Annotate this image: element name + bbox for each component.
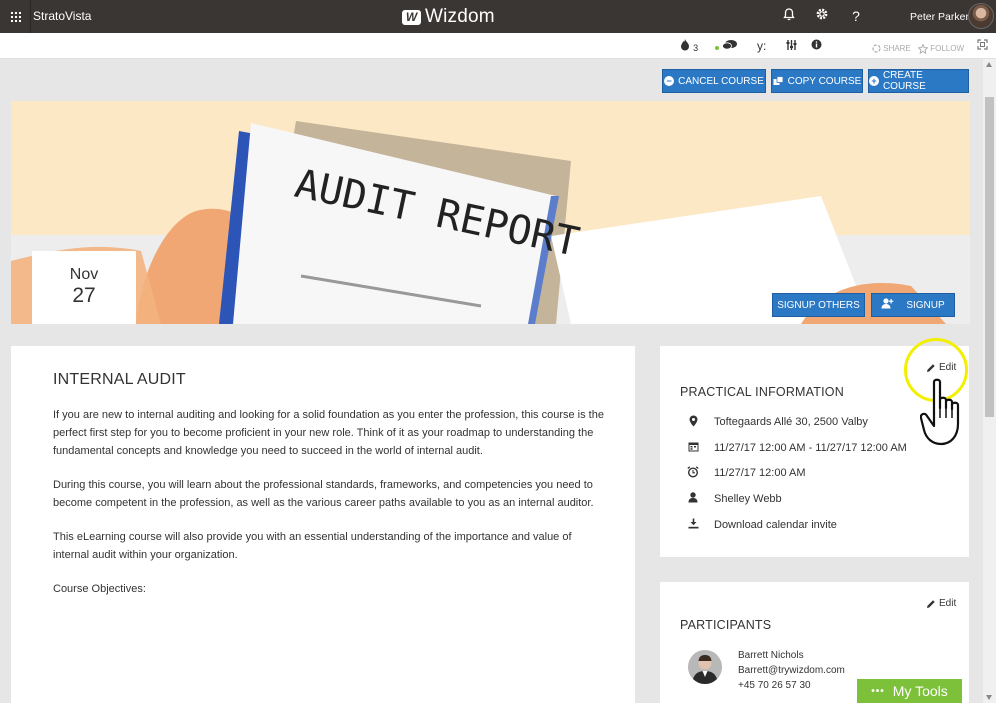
- participants-edit-button[interactable]: Edit: [926, 598, 956, 609]
- focus-mode-icon[interactable]: [977, 39, 988, 54]
- copy-course-label: COPY COURSE: [787, 75, 862, 87]
- participant-email[interactable]: Barrett@trywizdom.com: [738, 665, 845, 676]
- date-range-text: 11/27/17 12:00 AM - 11/27/17 12:00 AM: [714, 442, 907, 454]
- share-label: SHARE: [883, 44, 911, 53]
- scroll-thumb[interactable]: [985, 97, 994, 417]
- download-label: Download calendar invite: [714, 519, 837, 531]
- likes[interactable]: 3: [680, 39, 698, 55]
- waffle-icon: [10, 11, 21, 22]
- course-description: If you are new to internal auditing and …: [53, 406, 605, 614]
- suite-bar: StratoVista W Wizdom ? Peter Parker: [0, 0, 996, 33]
- my-tools-button[interactable]: ••• My Tools: [857, 679, 962, 703]
- instructor-name[interactable]: Shelley Webb: [714, 493, 782, 505]
- star-icon: [917, 43, 930, 55]
- page-scrollbar[interactable]: [983, 59, 996, 703]
- signup-label: SIGNUP: [906, 299, 945, 311]
- brand-logo[interactable]: W Wizdom: [402, 6, 495, 28]
- signup-others-label: SIGNUP OTHERS: [777, 299, 860, 311]
- info-address: Toftegaards Allé 30, 2500 Valby: [686, 414, 868, 430]
- description-paragraph: This eLearning course will also provide …: [53, 531, 572, 561]
- wizdom-logo-icon: W: [402, 9, 421, 25]
- description-paragraph: Course Objectives:: [53, 583, 146, 595]
- flame-icon: [680, 39, 693, 54]
- cancel-course-button[interactable]: − CANCEL COURSE: [662, 69, 766, 93]
- share-icon: [872, 44, 883, 53]
- copy-course-button[interactable]: COPY COURSE: [771, 69, 863, 93]
- participant-name: Barrett Nichols: [738, 650, 804, 661]
- alarm-clock-icon: [686, 465, 700, 481]
- person-icon: [686, 492, 700, 506]
- participant-phone: +45 70 26 57 30: [738, 680, 811, 691]
- calendar-icon: [686, 441, 700, 455]
- description-paragraph: During this course, you will learn about…: [53, 479, 594, 509]
- gear-icon[interactable]: [813, 7, 831, 25]
- user-avatar[interactable]: [968, 3, 994, 29]
- my-tools-label: My Tools: [892, 683, 948, 699]
- date-day: 27: [72, 284, 96, 307]
- page-toolbar: 3 y: SHARE FOLLOW: [0, 33, 996, 59]
- participants-title: PARTICIPANTS: [680, 618, 772, 632]
- app-launcher-button[interactable]: [0, 0, 31, 33]
- description-paragraph: If you are new to internal auditing and …: [53, 409, 604, 457]
- add-person-icon: [881, 298, 894, 312]
- user-name[interactable]: Peter Parker: [910, 11, 969, 23]
- create-course-label: CREATE COURSE: [882, 70, 926, 92]
- map-pin-icon: [686, 415, 700, 430]
- yammer-icon[interactable]: y:: [757, 39, 766, 53]
- chat-icon: [722, 40, 738, 54]
- comments[interactable]: [715, 39, 738, 55]
- audit-report-illustration: AUDIT REPORT: [11, 121, 946, 324]
- edit-label: Edit: [939, 598, 957, 609]
- plus-circle-icon: +: [869, 76, 879, 86]
- minus-circle-icon: −: [664, 76, 675, 86]
- address-text: Toftegaards Allé 30, 2500 Valby: [714, 416, 868, 428]
- signup-others-button[interactable]: SIGNUP OTHERS: [772, 293, 865, 317]
- help-icon[interactable]: ?: [847, 7, 865, 25]
- date-month: Nov: [69, 266, 99, 283]
- follow-label: FOLLOW: [930, 44, 965, 53]
- participant-avatar[interactable]: [688, 650, 722, 684]
- site-name[interactable]: StratoVista: [33, 9, 91, 23]
- course-description-card: INTERNAL AUDIT If you are new to interna…: [11, 346, 635, 703]
- course-title: INTERNAL AUDIT: [53, 371, 186, 388]
- practical-title: PRACTICAL INFORMATION: [680, 385, 844, 399]
- cancel-course-label: CANCEL COURSE: [678, 75, 764, 87]
- copy-icon: [773, 76, 784, 86]
- download-icon: [686, 518, 700, 532]
- hand-pointer-cursor-icon: [920, 378, 960, 446]
- pencil-icon: [927, 599, 935, 608]
- signup-button[interactable]: SIGNUP: [871, 293, 955, 317]
- brand-name: Wizdom: [425, 6, 495, 27]
- follow-button[interactable]: FOLLOW: [917, 42, 965, 56]
- info-instructor: Shelley Webb: [686, 491, 782, 507]
- download-calendar-invite[interactable]: Download calendar invite: [686, 517, 837, 533]
- share-button[interactable]: SHARE: [872, 42, 911, 56]
- course-hero-image: AUDIT REPORT: [11, 101, 970, 324]
- online-status-dot: [715, 46, 719, 51]
- info-date-range: 11/27/17 12:00 AM - 11/27/17 12:00 AM: [686, 440, 907, 456]
- course-date-card: Nov 27: [32, 251, 136, 324]
- reminder-text: 11/27/17 12:00 AM: [714, 467, 806, 479]
- sliders-icon[interactable]: [786, 39, 797, 55]
- info-icon[interactable]: [811, 39, 822, 54]
- scroll-up-arrow-icon[interactable]: [986, 62, 992, 67]
- create-course-button[interactable]: + CREATE COURSE: [868, 69, 969, 93]
- scroll-down-arrow-icon[interactable]: [986, 695, 992, 700]
- more-dots-icon: •••: [871, 685, 885, 697]
- info-reminder: 11/27/17 12:00 AM: [686, 465, 806, 481]
- bell-icon[interactable]: [780, 7, 798, 25]
- likes-count: 3: [693, 43, 699, 53]
